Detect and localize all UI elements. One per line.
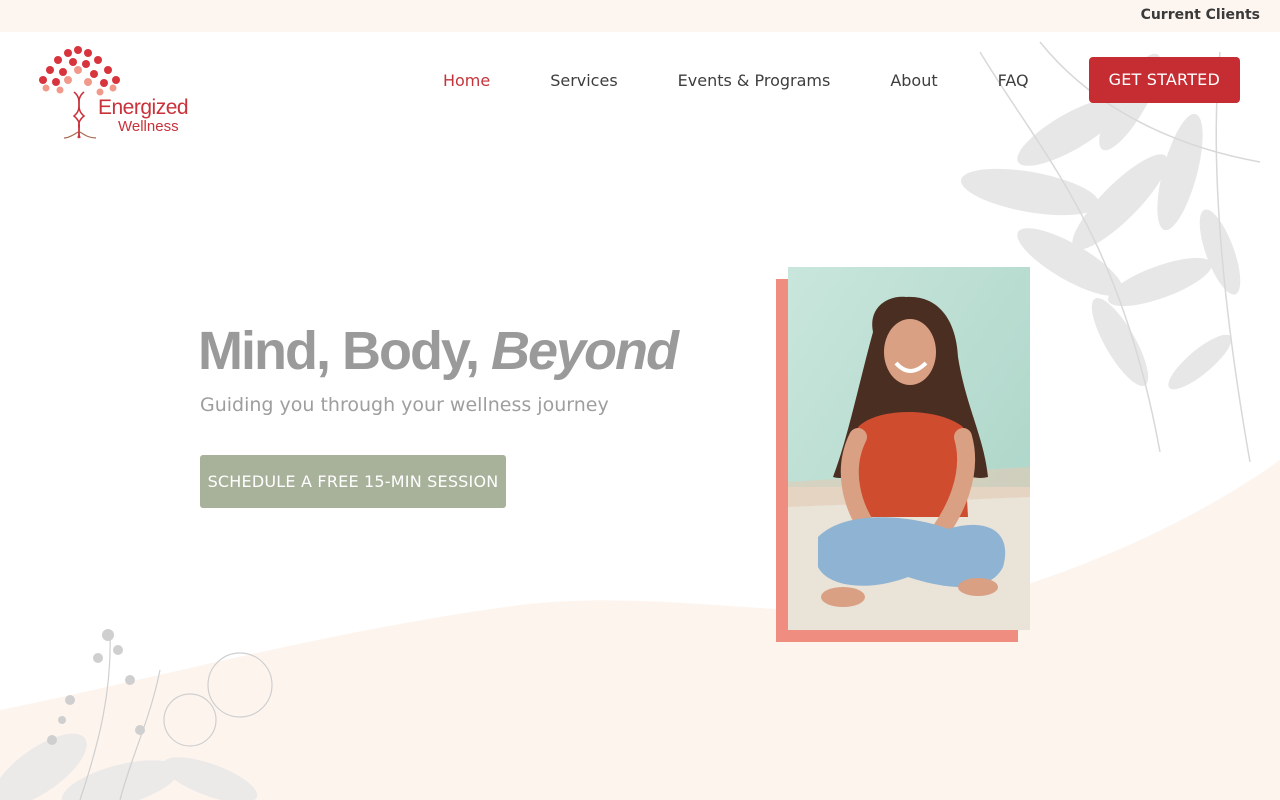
nav-events-programs[interactable]: Events & Programs: [678, 71, 831, 90]
nav-home[interactable]: Home: [443, 71, 490, 90]
nav-faq[interactable]: FAQ: [998, 71, 1029, 90]
hero-subtitle: Guiding you through your wellness journe…: [200, 394, 609, 416]
tree-dna-icon: [39, 46, 120, 139]
current-clients-link[interactable]: Current Clients: [1141, 7, 1260, 23]
hero-title: Mind, Body, Beyond: [198, 320, 679, 382]
background-wave: [0, 460, 1280, 800]
energized-wellness-logo[interactable]: Energized Wellness: [38, 40, 208, 140]
main-navigation: Home Services Events & Programs About FA…: [443, 57, 1240, 103]
nav-about[interactable]: About: [890, 71, 937, 90]
get-started-button[interactable]: GET STARTED: [1088, 57, 1240, 103]
utility-bar: Current Clients: [0, 0, 1280, 32]
decorative-leaves-left: [0, 629, 273, 800]
logo-text-energized: Energized: [98, 96, 189, 119]
nav-services[interactable]: Services: [550, 71, 617, 90]
hero-photo: [788, 267, 1030, 630]
schedule-session-button[interactable]: SCHEDULE A FREE 15-MIN SESSION: [200, 455, 506, 508]
woman-portrait-image: [788, 267, 1030, 630]
hero-title-italic: Beyond: [490, 321, 679, 381]
logo-text-wellness: Wellness: [118, 118, 179, 135]
hero-title-plain: Mind, Body,: [198, 321, 480, 381]
